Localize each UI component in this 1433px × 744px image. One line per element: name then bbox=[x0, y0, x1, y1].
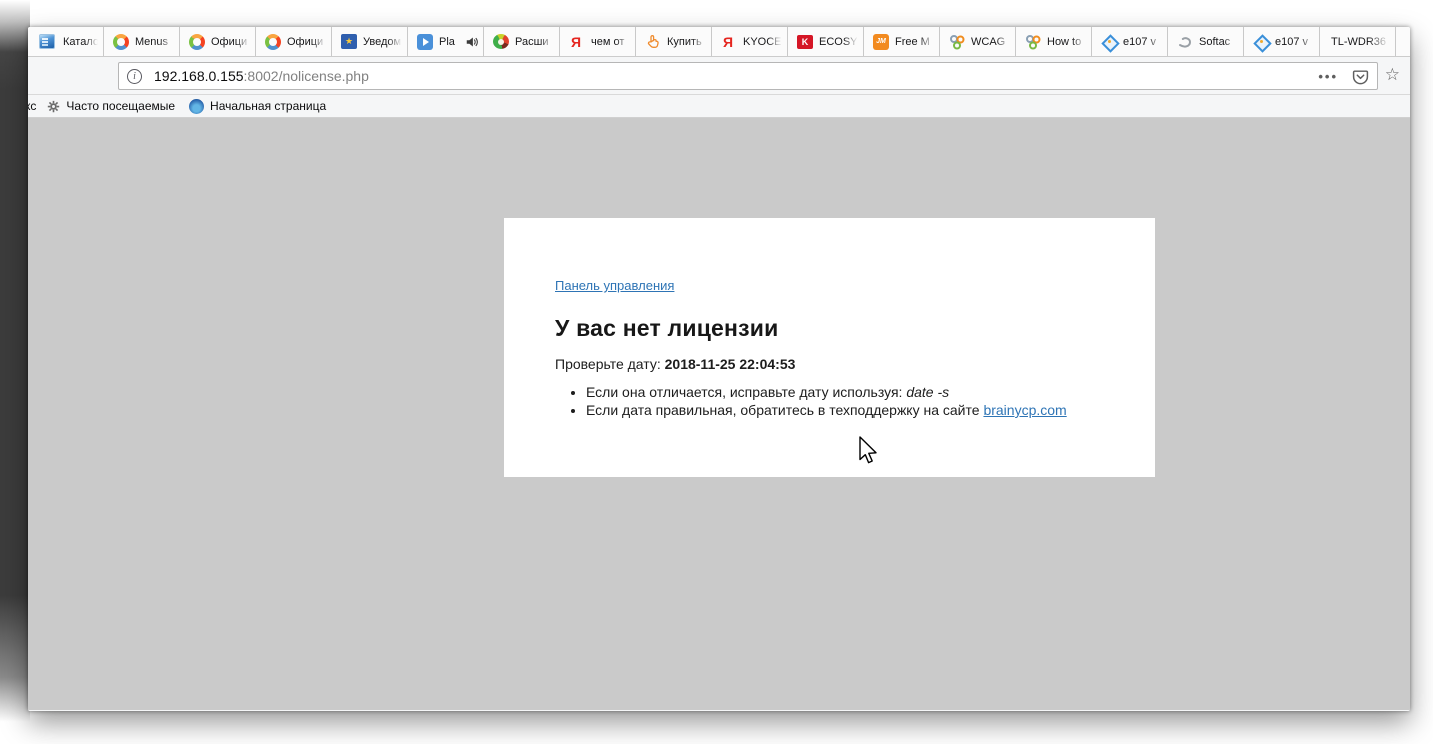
hand-pointer-icon bbox=[645, 34, 661, 50]
tab-label: KYOCE bbox=[743, 36, 783, 48]
browser-tab[interactable]: Купить bbox=[636, 27, 712, 56]
joomla-icon bbox=[189, 34, 205, 50]
url-path: :8002/nolicense.php bbox=[244, 68, 369, 84]
page-title: У вас нет лицензии bbox=[555, 315, 1125, 342]
e107-icon bbox=[1101, 34, 1117, 50]
bookmark-label: Начальная страница bbox=[210, 99, 326, 113]
yandex-icon bbox=[569, 34, 585, 50]
catalog-icon bbox=[39, 34, 55, 49]
list-item: Если она отличается, исправьте дату испо… bbox=[586, 384, 1125, 400]
tab-label: Free M bbox=[895, 36, 935, 48]
pocket-icon[interactable] bbox=[1352, 68, 1369, 85]
firefox-icon bbox=[189, 99, 204, 114]
tab-label: Softac bbox=[1199, 36, 1239, 48]
browser-tab[interactable]: KYOCE bbox=[712, 27, 788, 56]
kyocera-icon bbox=[797, 35, 813, 49]
gear-icon bbox=[47, 100, 60, 113]
browser-tab[interactable]: e107 v bbox=[1092, 27, 1168, 56]
browser-tab[interactable]: Free M bbox=[864, 27, 940, 56]
date-value: 2018-11-25 22:04:53 bbox=[665, 356, 796, 372]
date-line: Проверьте дату: 2018-11-25 22:04:53 bbox=[555, 356, 1125, 372]
joomla-icon bbox=[265, 34, 281, 50]
circles-icon bbox=[949, 34, 965, 50]
tab-label: Menus bbox=[135, 36, 175, 48]
command-text: date -s bbox=[906, 384, 949, 400]
tab-label: Катало bbox=[63, 36, 99, 48]
browser-tab[interactable]: How to bbox=[1016, 27, 1092, 56]
control-panel-link[interactable]: Панель управления bbox=[555, 278, 674, 293]
hint-text: Если она отличается, исправьте дату испо… bbox=[586, 384, 906, 400]
navigation-toolbar: i 192.168.0.155:8002/nolicense.php ••• ☆ bbox=[28, 57, 1410, 95]
tab-label: WCAG bbox=[971, 36, 1011, 48]
tab-label: Pla bbox=[439, 36, 464, 48]
tab-label: Уведом bbox=[363, 36, 403, 48]
play-icon bbox=[417, 34, 433, 50]
browser-tab[interactable]: WCAG bbox=[940, 27, 1016, 56]
tab-label: TL-WDR36 bbox=[1331, 36, 1391, 48]
browser-tab[interactable]: Menus bbox=[104, 27, 180, 56]
brainycp-link[interactable]: brainycp.com bbox=[983, 402, 1066, 418]
browser-tab[interactable]: Pla bbox=[408, 27, 484, 56]
browser-tab[interactable]: Катало bbox=[28, 27, 104, 56]
page-actions: ••• bbox=[1318, 68, 1369, 85]
browser-tab[interactable]: Softac bbox=[1168, 27, 1244, 56]
hint-list: Если она отличается, исправьте дату испо… bbox=[555, 384, 1125, 418]
browser-tab[interactable]: e107 v bbox=[1244, 27, 1320, 56]
browser-tab[interactable]: Офици bbox=[256, 27, 332, 56]
license-error-card: Панель управления У вас нет лицензии Про… bbox=[504, 218, 1155, 477]
browser-tab[interactable]: чем от bbox=[560, 27, 636, 56]
bookmarks-bar: кс Часто посещаемые Начальная страница bbox=[28, 95, 1410, 118]
site-info-icon[interactable]: i bbox=[127, 69, 142, 84]
tab-label: Расши bbox=[515, 36, 555, 48]
bookmark-label: Часто посещаемые bbox=[66, 99, 175, 113]
softaculous-icon bbox=[1177, 34, 1193, 50]
tab-label: Купить bbox=[667, 36, 707, 48]
browser-tab[interactable]: Офици bbox=[180, 27, 256, 56]
page-actions-menu-icon[interactable]: ••• bbox=[1318, 69, 1338, 84]
bookmark-item-cut[interactable]: кс bbox=[28, 95, 40, 117]
url-text: 192.168.0.155:8002/nolicense.php bbox=[154, 68, 1318, 84]
bookmark-star-icon[interactable]: ☆ bbox=[1385, 66, 1400, 83]
browser-tab[interactable]: ECOSY bbox=[788, 27, 864, 56]
yandex-icon bbox=[721, 34, 737, 50]
url-input[interactable]: i 192.168.0.155:8002/nolicense.php ••• bbox=[118, 62, 1378, 90]
bookmark-item-frequent[interactable]: Часто посещаемые bbox=[40, 95, 182, 117]
list-item: Если дата правильная, обратитесь в техпо… bbox=[586, 402, 1125, 418]
desktop-background-left bbox=[0, 0, 30, 744]
circles-icon bbox=[1025, 34, 1041, 50]
tab-label: e107 v bbox=[1275, 36, 1315, 48]
tab-label: e107 v bbox=[1123, 36, 1163, 48]
tab-label: ECOSY bbox=[819, 36, 859, 48]
e107-icon bbox=[1253, 34, 1269, 50]
tab-label: How to bbox=[1047, 36, 1087, 48]
jm-icon bbox=[873, 34, 889, 50]
browser-tab[interactable]: Уведом bbox=[332, 27, 408, 56]
browser-tab[interactable]: Расши bbox=[484, 27, 560, 56]
mouse-cursor bbox=[858, 436, 880, 471]
url-domain: 192.168.0.155 bbox=[154, 68, 244, 84]
tab-audio-icon[interactable] bbox=[465, 35, 479, 49]
browser-window: Катало Menus Офици Офици Уведом Pla Расш… bbox=[28, 27, 1410, 711]
badge-star-icon bbox=[341, 34, 357, 49]
date-label: Проверьте дату: bbox=[555, 356, 665, 372]
tab-label: Офици bbox=[211, 36, 251, 48]
joomla-icon bbox=[113, 34, 129, 50]
tab-label: Офици bbox=[287, 36, 327, 48]
bookmark-item-home[interactable]: Начальная страница bbox=[182, 95, 333, 117]
browser-logo-icon bbox=[493, 34, 509, 49]
tab-label: чем от bbox=[591, 36, 631, 48]
hint-text: Если дата правильная, обратитесь в техпо… bbox=[586, 402, 983, 418]
tab-strip: Катало Menus Офици Офици Уведом Pla Расш… bbox=[28, 27, 1410, 57]
page-viewport: Панель управления У вас нет лицензии Про… bbox=[28, 118, 1410, 710]
browser-tab[interactable]: TL-WDR36 bbox=[1320, 27, 1396, 56]
